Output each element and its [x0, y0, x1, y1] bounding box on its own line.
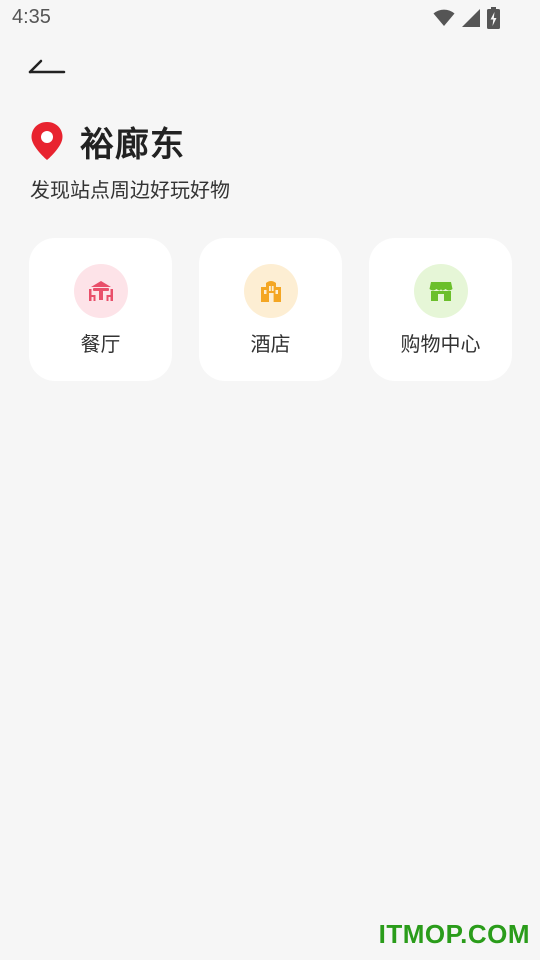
- wifi-icon: [433, 9, 455, 31]
- station-header: 裕廊东: [30, 118, 185, 165]
- location-pin-icon: [30, 121, 64, 161]
- category-card-hotel[interactable]: 酒店: [199, 238, 342, 381]
- status-bar: 4:35: [0, 0, 540, 38]
- category-card-restaurant[interactable]: 餐厅: [29, 238, 172, 381]
- back-button[interactable]: [22, 50, 72, 86]
- status-time: 4:35: [12, 6, 51, 28]
- station-name: 裕廊东: [80, 124, 185, 165]
- station-subtitle: 发现站点周边好玩好物: [30, 178, 230, 202]
- status-icons: [433, 7, 500, 33]
- hotel-icon: [243, 264, 298, 318]
- screen: 4:35 裕廊东 发现站点周边好玩好物 餐厅 酒店 购物中心 ITMOP.COM: [0, 0, 540, 960]
- category-label: 购物中心: [400, 332, 481, 356]
- arrow-left-icon: [22, 59, 72, 90]
- watermark: ITMOP.COM: [378, 919, 530, 949]
- category-list: 餐厅 酒店 购物中心: [29, 238, 512, 381]
- cellular-signal-icon: [461, 8, 481, 32]
- category-card-shopping-mall[interactable]: 购物中心: [369, 238, 512, 381]
- category-label: 餐厅: [80, 332, 121, 356]
- battery-charging-icon: [487, 7, 500, 33]
- shop-icon: [413, 264, 468, 318]
- category-label: 酒店: [250, 332, 291, 356]
- restaurant-icon: [73, 264, 128, 318]
